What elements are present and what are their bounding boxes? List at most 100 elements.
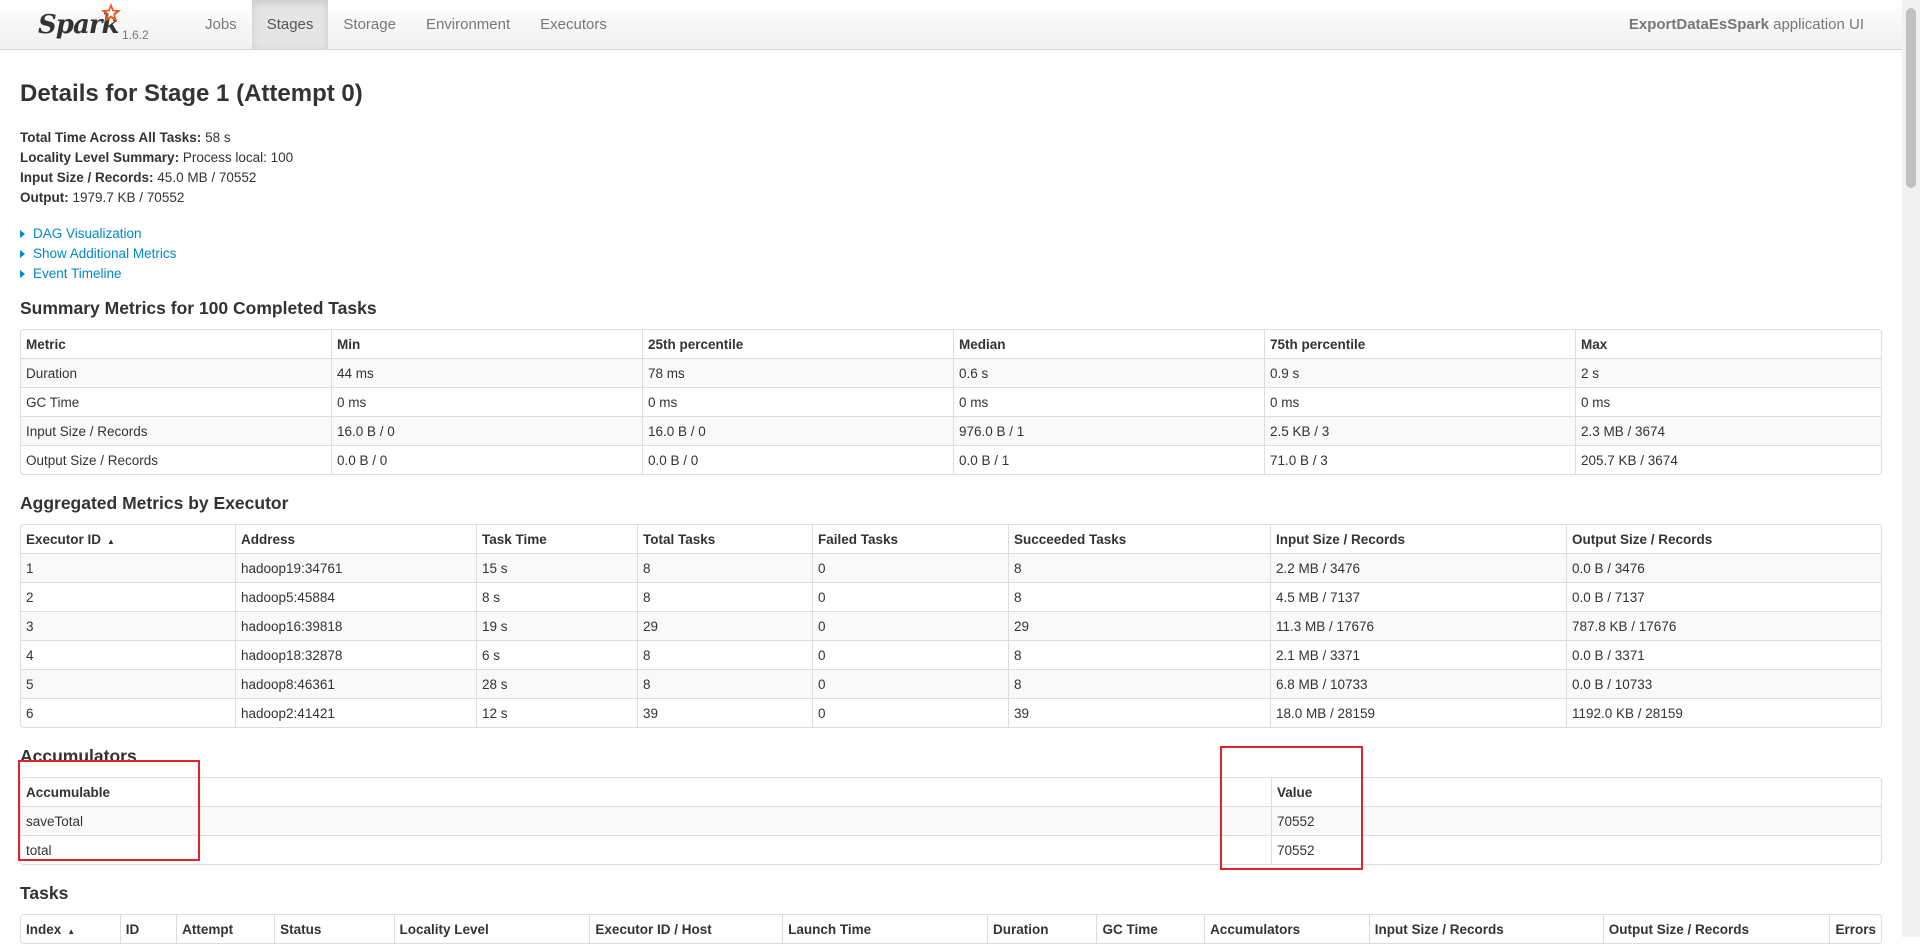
dag-visualization-toggle[interactable]: DAG Visualization [20, 224, 1882, 244]
column-header[interactable]: GC Time [1096, 915, 1204, 943]
column-label: Errors [1835, 921, 1876, 937]
table-cell: 6 s [476, 640, 637, 669]
column-header[interactable]: Metric [21, 330, 331, 358]
accumulators-table: Accumulable Value saveTotal 70552 total 705… [20, 777, 1882, 865]
table-cell: 1 [21, 553, 235, 582]
tab-jobs[interactable]: Jobs [190, 0, 252, 49]
table-row: 6 hadoop2:41421 12 s 39 0 39 18.0 MB / 28159 11… [21, 698, 1881, 727]
table-cell: 0 [812, 611, 1008, 640]
column-header[interactable]: Executor ID / Host [589, 915, 782, 943]
table-cell: 15 s [476, 553, 637, 582]
tab-stages[interactable]: Stages [251, 0, 329, 49]
table-cell: 39 [1008, 698, 1270, 727]
summary-label: Total Time Across All Tasks: [20, 130, 202, 145]
column-header[interactable]: Max [1575, 330, 1881, 358]
additional-metrics-toggle[interactable]: Show Additional Metrics [20, 244, 1882, 264]
table-cell: 29 [1008, 611, 1270, 640]
column-header[interactable]: Task Time [476, 525, 637, 553]
table-cell: 4 [21, 640, 235, 669]
column-header[interactable]: 25th percentile [642, 330, 953, 358]
column-header[interactable]: Address [235, 525, 476, 553]
main-content: Details for Stage 1 (Attempt 0) Total Ti… [20, 58, 1882, 944]
column-header-executor-id[interactable]: Executor ID ▲ [21, 525, 235, 553]
table-cell: saveTotal [21, 806, 1271, 835]
table-cell: 4.5 MB / 7137 [1270, 582, 1566, 611]
table-cell: 8 [1008, 640, 1270, 669]
summary-item: Input Size / Records: 45.0 MB / 70552 [20, 168, 1882, 188]
spark-logo[interactable]: Spark 1.6.2 [38, 2, 158, 46]
table-cell: 5 [21, 669, 235, 698]
column-header[interactable]: Launch Time [782, 915, 987, 943]
table-cell: 0 [812, 553, 1008, 582]
column-header[interactable]: Failed Tasks [812, 525, 1008, 553]
highlight-accumulable-column [18, 760, 200, 861]
table-cell: 0 ms [642, 387, 953, 416]
table-cell: 976.0 B / 1 [953, 416, 1264, 445]
column-header[interactable]: Min [331, 330, 642, 358]
table-cell: Input Size / Records [21, 416, 331, 445]
column-header[interactable]: Median [953, 330, 1264, 358]
table-cell: 11.3 MB / 17676 [1270, 611, 1566, 640]
column-label: Output Size / Records [1608, 921, 1750, 937]
column-header[interactable]: Index ▲ [21, 915, 120, 943]
tab-environment[interactable]: Environment [411, 0, 525, 49]
table-cell: 0.9 s [1264, 358, 1575, 387]
column-header[interactable]: Accumulable [21, 778, 1271, 806]
table-cell: 16.0 B / 0 [331, 416, 642, 445]
column-header[interactable]: Errors [1829, 915, 1881, 943]
scrollbar-thumb[interactable] [1906, 8, 1916, 188]
column-header[interactable]: Input Size / Records [1270, 525, 1566, 553]
table-cell: total [21, 835, 1271, 864]
sort-up-icon: ▲ [107, 536, 115, 546]
app-name: ExportDataEsSpark application UI [1629, 0, 1864, 49]
stage-summary: Total Time Across All Tasks: 58 s Locali… [20, 128, 1882, 208]
table-row: saveTotal 70552 [21, 806, 1881, 835]
table-cell: 71.0 B / 3 [1264, 445, 1575, 474]
top-navbar: Spark 1.6.2 Jobs Stages Storage Environm… [0, 0, 1902, 50]
table-cell: 6.8 MB / 10733 [1270, 669, 1566, 698]
toggle-label: Show Additional Metrics [33, 246, 177, 261]
column-header[interactable]: ID [119, 915, 176, 943]
column-header[interactable]: Succeeded Tasks [1008, 525, 1270, 553]
table-cell: 18.0 MB / 28159 [1270, 698, 1566, 727]
summary-metrics-heading: Summary Metrics for 100 Completed Tasks [20, 298, 377, 318]
table-cell: 0 ms [331, 387, 642, 416]
tab-storage[interactable]: Storage [328, 0, 411, 49]
column-label: Duration [993, 921, 1049, 937]
tab-executors[interactable]: Executors [525, 0, 622, 49]
table-row: total 70552 [21, 835, 1881, 864]
table-cell: hadoop2:41421 [235, 698, 476, 727]
column-header[interactable]: Output Size / Records [1602, 915, 1830, 943]
table-cell: 8 [637, 669, 812, 698]
executor-metrics-heading: Aggregated Metrics by Executor [20, 493, 289, 513]
column-header[interactable]: Duration [987, 915, 1096, 943]
table-cell: 29 [637, 611, 812, 640]
table-cell: 8 [1008, 669, 1270, 698]
table-cell: 8 [1008, 553, 1270, 582]
column-header[interactable]: Input Size / Records [1368, 915, 1603, 943]
column-header[interactable]: 75th percentile [1264, 330, 1575, 358]
page-scrollbar[interactable] [1902, 0, 1920, 937]
table-cell: hadoop5:45884 [235, 582, 476, 611]
column-header[interactable]: Output Size / Records [1566, 525, 1881, 553]
table-cell: 0 [812, 582, 1008, 611]
table-cell: 0 ms [953, 387, 1264, 416]
column-header[interactable]: Accumulators [1204, 915, 1369, 943]
table-cell: 0.0 B / 7137 [1566, 582, 1881, 611]
column-header[interactable]: Status [274, 915, 393, 943]
toggle-label: Event Timeline [33, 266, 122, 281]
table-cell: 0 [812, 640, 1008, 669]
column-header[interactable]: Attempt [176, 915, 274, 943]
table-cell: 0 ms [1575, 387, 1881, 416]
event-timeline-toggle[interactable]: Event Timeline [20, 264, 1882, 284]
table-cell: 8 [1008, 582, 1270, 611]
table-cell: 8 [637, 582, 812, 611]
column-header[interactable]: Locality Level [393, 915, 590, 943]
table-cell: 787.8 KB / 17676 [1566, 611, 1881, 640]
column-header[interactable]: Total Tasks [637, 525, 812, 553]
table-cell: hadoop19:34761 [235, 553, 476, 582]
table-cell: 12 s [476, 698, 637, 727]
toggle-label: DAG Visualization [33, 226, 142, 241]
app-name-suffix: application UI [1773, 16, 1864, 33]
column-label: Accumulators [1210, 921, 1301, 937]
